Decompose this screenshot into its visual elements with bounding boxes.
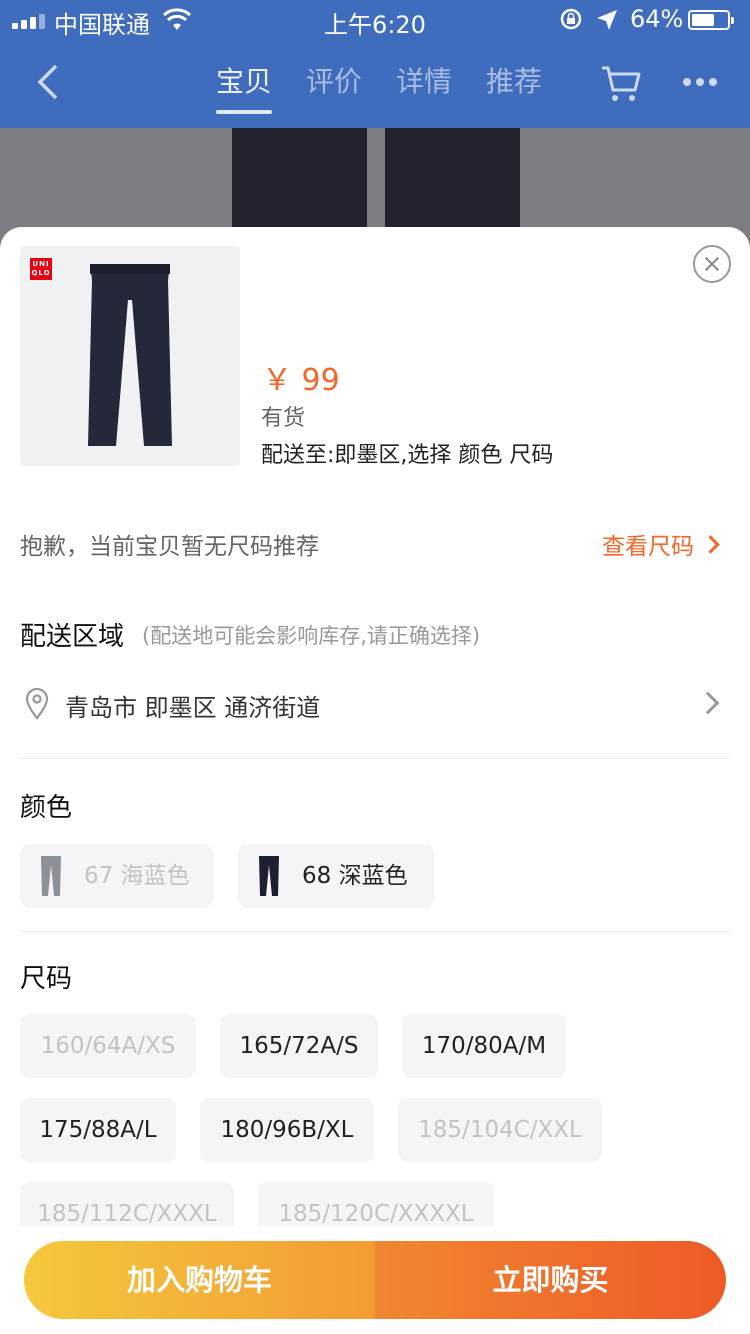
color-option-dark-blue[interactable]: 68 深蓝色 (238, 844, 434, 908)
size-option[interactable]: 170/80A/M (402, 1014, 566, 1078)
color-option-label: 68 深蓝色 (302, 863, 408, 889)
battery-percent: 64% (630, 5, 684, 33)
navigation-bar: 宝贝 评价 详情 推荐 (0, 40, 750, 128)
close-button[interactable] (693, 245, 731, 283)
more-icon[interactable] (682, 76, 718, 88)
tab-details[interactable]: 详情 (396, 60, 452, 100)
size-option[interactable]: 185/104C/XXL (398, 1098, 602, 1162)
delivery-area-hint: (配送地可能会影响库存,请正确选择) (142, 624, 481, 648)
chevron-right-icon (701, 534, 720, 554)
cart-icon[interactable] (600, 64, 642, 104)
pants-image (88, 264, 172, 446)
color-option-label: 67 海蓝色 (84, 863, 190, 889)
size-option[interactable]: 165/72A/S (220, 1014, 378, 1078)
chevron-right-icon[interactable] (696, 691, 720, 715)
battery-fill (692, 14, 714, 26)
battery-icon (688, 10, 734, 30)
size-option[interactable]: 185/112C/XXXL (20, 1182, 234, 1226)
tab-reviews[interactable]: 评价 (306, 60, 362, 100)
delivery-address[interactable]: 青岛市 即墨区 通济街道 (65, 688, 320, 723)
size-option[interactable]: 185/120C/XXXXL (258, 1182, 494, 1226)
back-icon[interactable] (34, 62, 64, 102)
size-option[interactable]: 175/88A/L (20, 1098, 176, 1162)
divider (20, 931, 730, 932)
size-guide-link[interactable]: 查看尺码 (602, 527, 720, 561)
stock-status: 有货 (261, 406, 306, 431)
ship-to-summary: 配送至:即墨区,选择 颜色 尺码 (261, 443, 554, 468)
product-thumbnail: UNI QLO (20, 246, 240, 466)
add-to-cart-button[interactable]: 加入购物车 (24, 1241, 375, 1319)
size-recommendation-note: 抱歉，当前宝贝暂无尺码推荐 (20, 534, 319, 560)
rotation-lock-icon (560, 8, 582, 30)
size-option[interactable]: 160/64A/XS (20, 1014, 196, 1078)
divider (20, 758, 730, 759)
location-pin-icon (25, 688, 49, 720)
tab-product[interactable]: 宝贝 (216, 60, 273, 114)
size-section-title: 尺码 (20, 964, 73, 994)
pants-swatch-icon (259, 856, 279, 896)
sku-selection-sheet: UNI QLO ￥ 99 有货 配送至:即墨区,选择 颜色 尺码 抱歉，当前宝贝暂… (0, 227, 750, 1334)
color-option-navy-blue[interactable]: 67 海蓝色 (20, 844, 214, 908)
tab-recommend[interactable]: 推荐 (486, 60, 542, 100)
nav-tabs: 宝贝 评价 详情 推荐 (216, 60, 542, 114)
status-bar: 中国联通 上午6:20 64% (0, 0, 750, 40)
product-price: ￥ 99 (262, 363, 340, 398)
location-arrow-icon (597, 10, 617, 30)
color-section-title: 颜色 (20, 793, 73, 823)
buy-now-button[interactable]: 立即购买 (375, 1241, 726, 1319)
action-buttons: 加入购物车 立即购买 (24, 1241, 726, 1319)
pants-swatch-icon (41, 856, 61, 896)
delivery-area-title: 配送区域 (20, 622, 125, 652)
brand-logo: UNI QLO (30, 258, 52, 280)
size-guide-label: 查看尺码 (602, 534, 694, 560)
size-option[interactable]: 180/96B/XL (200, 1098, 374, 1162)
